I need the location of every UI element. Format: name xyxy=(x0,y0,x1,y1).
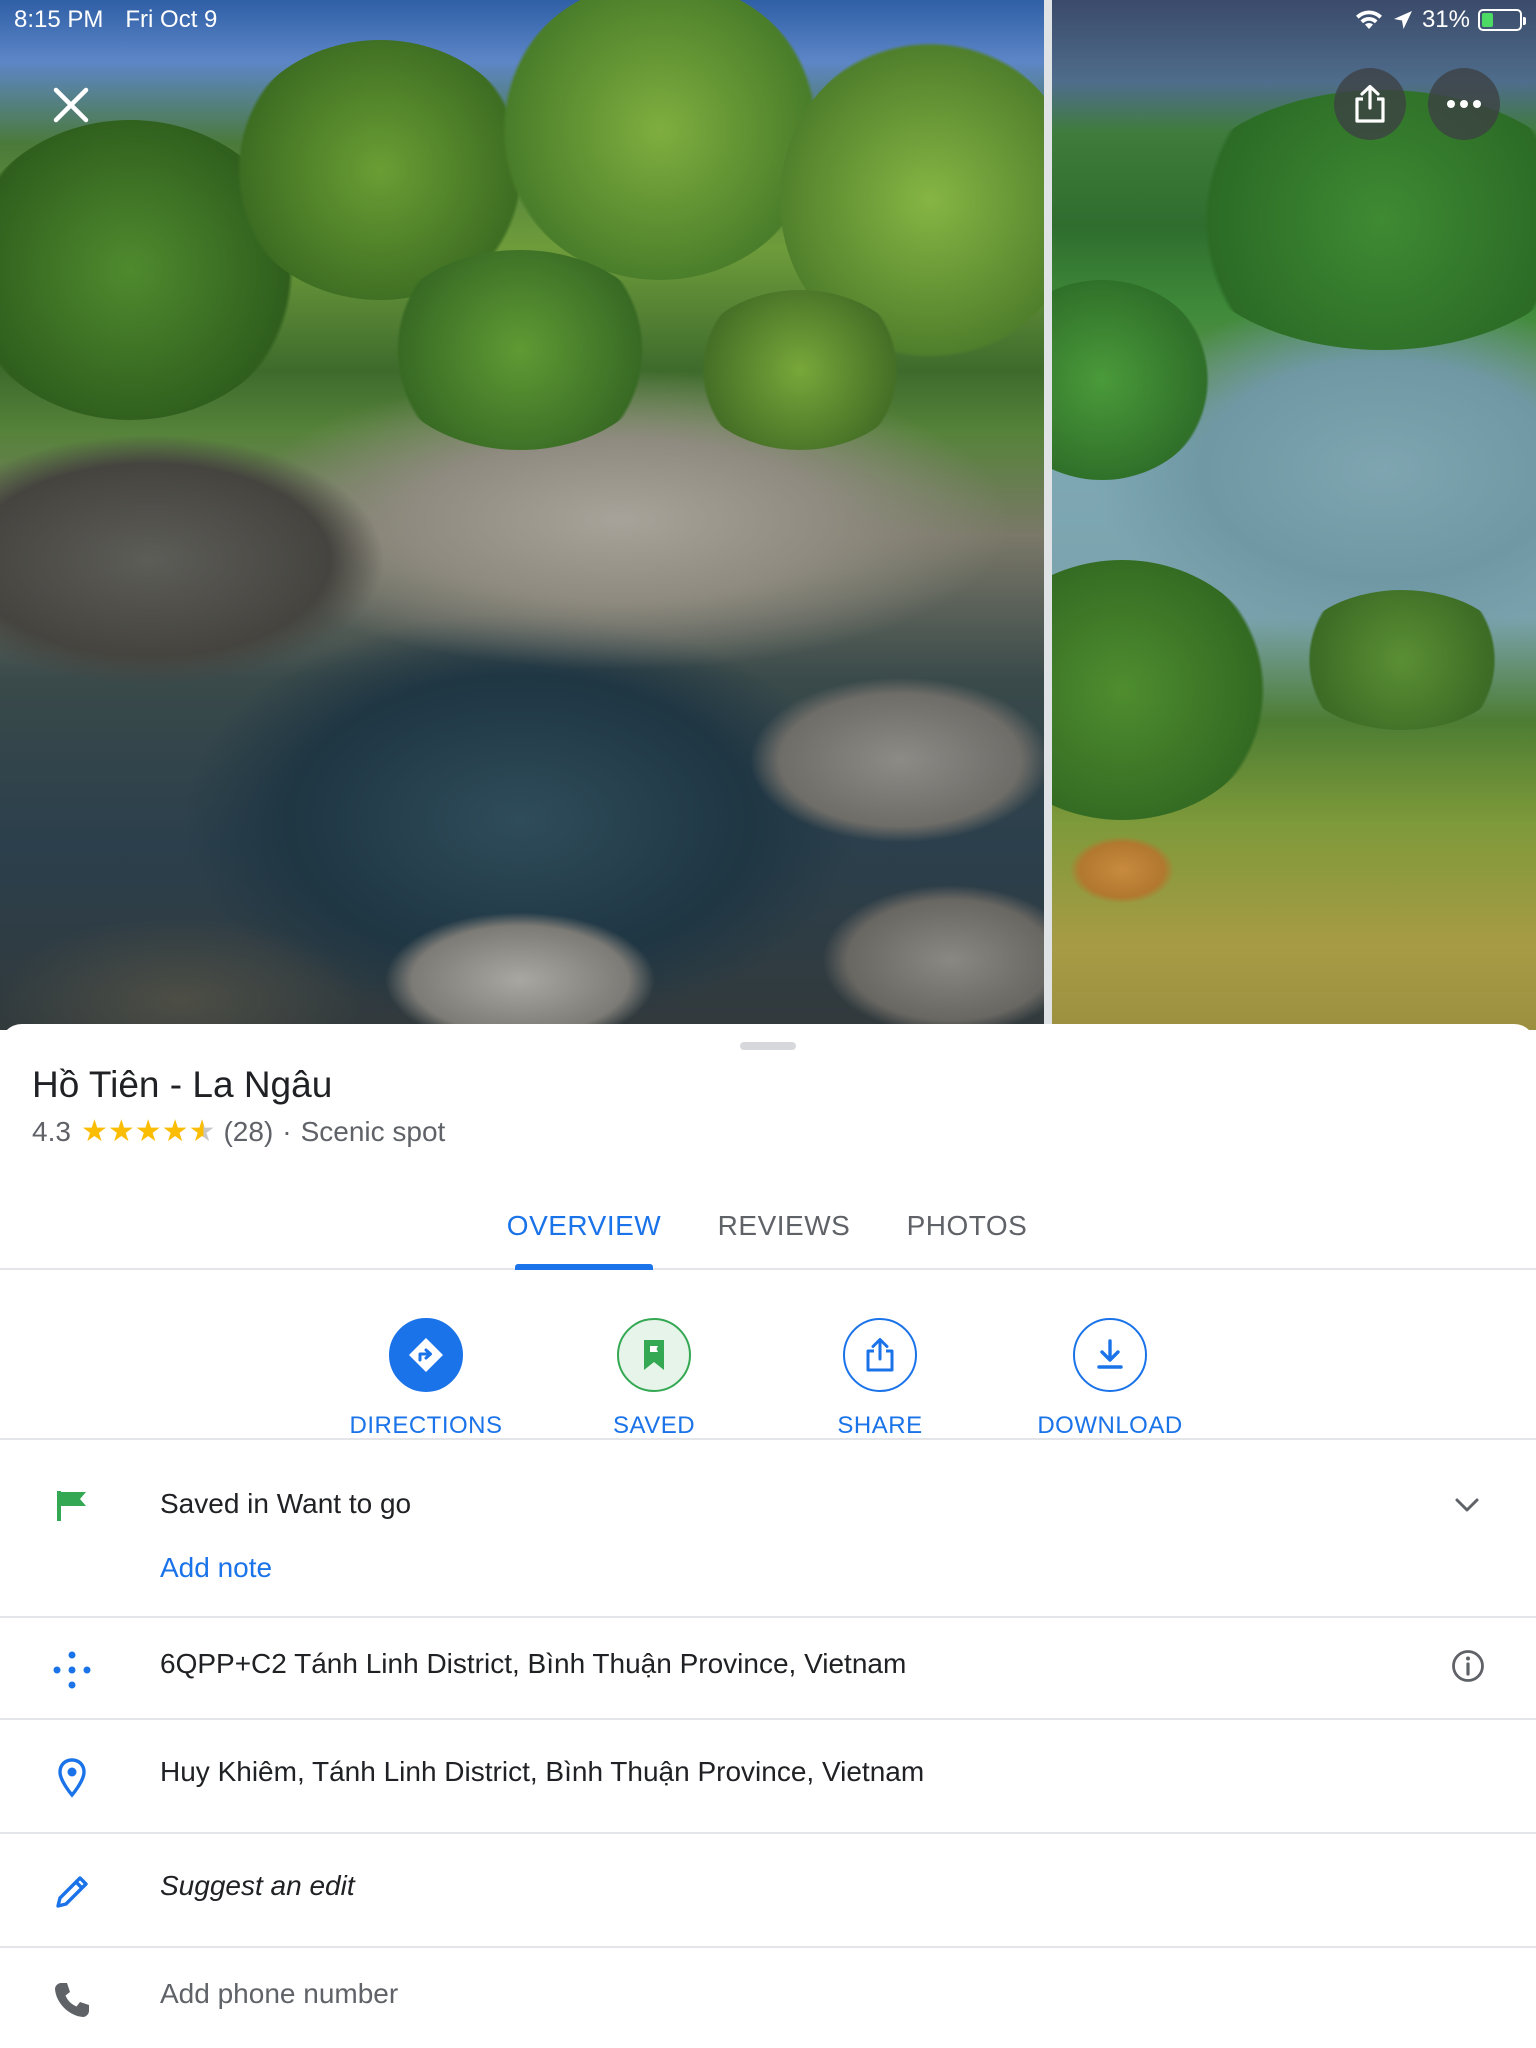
action-buttons: DIRECTIONS SAVED SHARE DOWNLOAD xyxy=(0,1272,1536,1440)
half-star-icon: ★ xyxy=(188,1115,216,1148)
download-label: DOWNLOAD xyxy=(1037,1412,1183,1439)
place-name: Hồ Tiên - La Ngâu xyxy=(32,1064,333,1105)
directions-button-circle xyxy=(389,1318,463,1392)
rating-row[interactable]: 4.3 ★ ★ ★ ★ ★ (28) · Scenic spot xyxy=(32,1116,445,1148)
tab-reviews[interactable]: REVIEWS xyxy=(704,1182,864,1270)
wifi-icon xyxy=(1355,10,1382,29)
saved-button[interactable]: SAVED xyxy=(554,1272,754,1440)
add-note-link[interactable]: Add note xyxy=(160,1552,272,1584)
battery-percent: 31% xyxy=(1421,6,1470,33)
tab-overview[interactable]: OVERVIEW xyxy=(500,1182,668,1270)
suggest-edit-row[interactable]: Suggest an edit xyxy=(0,1834,1536,1948)
place-details-sheet: Hồ Tiên - La Ngâu 4.3 ★ ★ ★ ★ ★ (28) · S… xyxy=(0,1024,1536,2048)
tab-photos[interactable]: PHOTOS xyxy=(892,1182,1042,1270)
add-phone-row[interactable]: Add phone number xyxy=(0,1948,1536,2048)
more-horizontal-icon xyxy=(1447,100,1481,108)
separator-dot: · xyxy=(282,1116,292,1147)
share-icon xyxy=(1355,84,1385,123)
battery-icon xyxy=(1478,9,1526,31)
directions-button[interactable]: DIRECTIONS xyxy=(326,1272,526,1440)
bookmark-icon xyxy=(644,1340,664,1370)
status-date: Fri Oct 9 xyxy=(125,6,218,33)
download-button[interactable]: DOWNLOAD xyxy=(1010,1272,1210,1440)
place-details-page: 8:15 PM Fri Oct 9 31% Hồ Tiên - La Ngâu … xyxy=(0,0,1536,2048)
address-row[interactable]: Huy Khiêm, Tánh Linh District, Bình Thuậ… xyxy=(0,1720,1536,1834)
rating-stars: ★ ★ ★ ★ ★ xyxy=(81,1117,216,1147)
share-label: SHARE xyxy=(837,1412,923,1439)
share-button-circle xyxy=(843,1318,917,1392)
star-icon: ★ xyxy=(134,1115,162,1148)
saved-label: SAVED xyxy=(612,1412,696,1439)
download-icon xyxy=(1097,1339,1123,1369)
active-tab-indicator xyxy=(515,1264,653,1270)
share-icon xyxy=(866,1338,894,1372)
share-button[interactable]: SHARE xyxy=(780,1272,980,1440)
saved-list-name: Saved in Want to go xyxy=(160,1488,412,1519)
address-text: Huy Khiêm, Tánh Linh District, Bình Thuậ… xyxy=(160,1756,925,1787)
pencil-icon xyxy=(50,1870,94,1914)
chevron-down-icon[interactable] xyxy=(1452,1490,1482,1520)
add-phone-text: Add phone number xyxy=(160,1978,399,2009)
saved-list-row[interactable]: Saved in Want to go Add note xyxy=(0,1440,1536,1618)
tab-bar: OVERVIEW REVIEWS PHOTOS xyxy=(0,1182,1536,1270)
close-icon[interactable] xyxy=(48,82,94,128)
plus-code-text: 6QPP+C2 Tánh Linh District, Bình Thuận P… xyxy=(160,1648,907,1679)
status-bar: 8:15 PM Fri Oct 9 31% xyxy=(0,0,1536,40)
location-arrow-icon xyxy=(1393,11,1412,29)
suggest-edit-text: Suggest an edit xyxy=(160,1870,355,1901)
place-category: Scenic spot xyxy=(300,1116,446,1147)
phone-icon xyxy=(50,1978,94,2022)
plus-code-icon xyxy=(50,1648,94,1692)
directions-icon xyxy=(409,1338,443,1372)
plus-code-row[interactable]: 6QPP+C2 Tánh Linh District, Bình Thuận P… xyxy=(0,1618,1536,1720)
battery-fill xyxy=(1482,13,1494,27)
place-photo-river-landscape[interactable] xyxy=(1052,0,1536,1030)
location-pin-icon xyxy=(50,1756,94,1800)
place-photo-river-rocks[interactable] xyxy=(0,0,1044,1030)
status-indicators: 31% xyxy=(1354,6,1526,34)
rating-value: 4.3 xyxy=(32,1116,71,1147)
directions-label: DIRECTIONS xyxy=(349,1412,503,1439)
download-button-circle xyxy=(1073,1318,1147,1392)
more-options-button[interactable] xyxy=(1428,68,1500,140)
photo-divider xyxy=(1044,0,1052,1030)
saved-button-circle xyxy=(617,1318,691,1392)
star-icon: ★ xyxy=(161,1115,189,1148)
share-photo-button[interactable] xyxy=(1334,68,1406,140)
status-time: 8:15 PM xyxy=(14,6,104,33)
star-icon: ★ xyxy=(80,1115,108,1148)
flag-icon xyxy=(50,1484,94,1528)
sheet-drag-handle[interactable] xyxy=(740,1042,796,1050)
review-count: (28) xyxy=(223,1116,274,1147)
star-icon: ★ xyxy=(107,1115,135,1148)
info-icon[interactable] xyxy=(1450,1648,1486,1684)
